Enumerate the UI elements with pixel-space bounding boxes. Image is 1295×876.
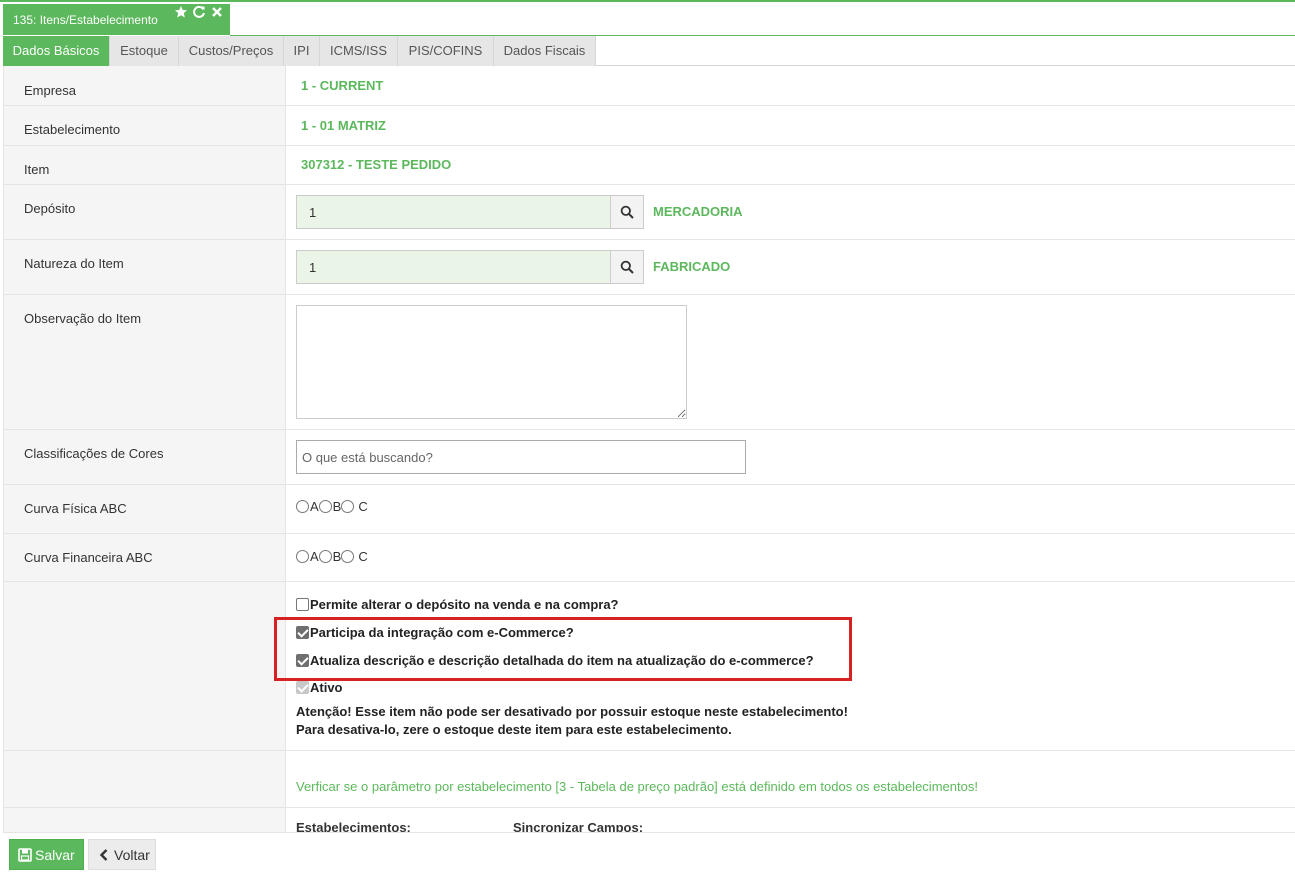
curva-fisica-option-a: A <box>310 499 319 514</box>
participa-ecommerce-checkbox[interactable] <box>296 626 309 639</box>
permite-alterar-checkbox[interactable] <box>296 598 309 611</box>
curva-fisica-radio-b[interactable] <box>318 500 332 513</box>
row-curva-fisica: Curva Física ABC A B C <box>4 485 1295 534</box>
deposito-description: MERCADORIA <box>653 204 743 219</box>
row-cores: Classificações de Cores <box>4 430 1295 485</box>
estabelecimento-value: 1 - 01 MATRIZ <box>301 118 386 133</box>
refresh-icon[interactable] <box>192 5 206 19</box>
parametro-note: Verficar se o parâmetro por estabelecime… <box>296 779 978 794</box>
search-icon <box>620 205 634 219</box>
footer-toolbar: Salvar Voltar <box>3 832 1295 876</box>
save-button[interactable]: Salvar <box>9 839 84 870</box>
estabelecimentos-label: Estabelecimentos: <box>296 820 411 832</box>
tab-estoque[interactable]: Estoque <box>110 36 179 66</box>
tab-icms-iss[interactable]: ICMS/ISS <box>320 36 398 66</box>
cores-search-input[interactable] <box>296 440 746 474</box>
deposito-search-button[interactable] <box>610 196 643 228</box>
row-options: Permite alterar o depósito na venda e na… <box>4 582 1295 751</box>
curva-fisica-radio-c[interactable] <box>341 500 355 513</box>
row-estabelecimento: Estabelecimento 1 - 01 MATRIZ <box>4 106 1295 146</box>
natureza-search-button[interactable] <box>610 251 643 283</box>
label-curva-financeira: Curva Financeira ABC <box>24 550 153 565</box>
label-empresa: Empresa <box>24 83 77 98</box>
natureza-description: FABRICADO <box>653 259 731 274</box>
window-tab-icons <box>174 5 224 19</box>
curva-financeira-option-a: A <box>310 549 319 564</box>
row-sincronizar: Estabelecimentos: Sincronizar Campos: <box>4 808 1295 832</box>
participa-ecommerce-label: Participa da integração com e-Commerce? <box>310 625 574 640</box>
atualiza-descricao-checkbox[interactable] <box>296 654 309 667</box>
ativo-checkbox <box>296 681 309 694</box>
save-icon <box>18 847 32 862</box>
top-accent-line <box>0 0 1295 2</box>
deposito-input[interactable] <box>297 196 610 228</box>
label-curva-fisica: Curva Física ABC <box>24 501 127 516</box>
curva-fisica-option-b: B <box>332 499 342 514</box>
natureza-input[interactable] <box>297 251 610 283</box>
tab-ipi[interactable]: IPI <box>284 36 320 66</box>
atualiza-descricao-option[interactable]: Atualiza descrição e descrição detalhada… <box>296 653 814 668</box>
warning-line-1: Atenção! Esse item não pode ser desativa… <box>296 704 848 719</box>
close-icon[interactable] <box>210 5 224 19</box>
row-natureza: Natureza do Item FABRICADO <box>4 240 1295 295</box>
row-deposito: Depósito MERCADORIA <box>4 185 1295 240</box>
label-natureza: Natureza do Item <box>24 256 124 271</box>
window-title: 135: Itens/Estabelecimento <box>13 13 158 27</box>
tab-custos-precos[interactable]: Custos/Preços <box>179 36 284 66</box>
row-parametro-note: Verficar se o parâmetro por estabelecime… <box>4 751 1295 808</box>
row-empresa: Empresa 1 - CURRENT <box>4 66 1295 106</box>
save-button-label: Salvar <box>35 846 75 863</box>
ativo-label: Ativo <box>310 680 343 695</box>
warning-line-2: Para desativa-lo, zere o estoque deste i… <box>296 722 732 737</box>
tab-pis-cofins[interactable]: PIS/COFINS <box>398 36 494 66</box>
ativo-option: Ativo <box>296 680 343 695</box>
empresa-value: 1 - CURRENT <box>301 78 384 93</box>
label-cores: Classificações de Cores <box>24 446 164 461</box>
sincronizar-label: Sincronizar Campos: <box>513 820 644 832</box>
curva-financeira-radio-a[interactable] <box>296 550 309 563</box>
atualiza-descricao-label: Atualiza descrição e descrição detalhada… <box>310 653 814 668</box>
label-deposito: Depósito <box>24 201 76 216</box>
deposito-lookup <box>296 195 644 229</box>
natureza-lookup <box>296 250 644 284</box>
row-curva-financeira: Curva Financeira ABC A B C <box>4 534 1295 582</box>
label-estabelecimento: Estabelecimento <box>24 122 121 137</box>
curva-financeira-radio-c[interactable] <box>341 550 355 563</box>
label-item: Item <box>24 162 50 177</box>
tab-dados-basicos[interactable]: Dados Básicos <box>3 36 110 66</box>
curva-financeira-option-c: C <box>358 549 368 564</box>
item-value: 307312 - TESTE PEDIDO <box>301 157 452 172</box>
participa-ecommerce-option[interactable]: Participa da integração com e-Commerce? <box>296 625 574 640</box>
curva-financeira-radio-b[interactable] <box>318 550 332 563</box>
window-tab[interactable]: 135: Itens/Estabelecimento <box>3 4 230 35</box>
curva-fisica-option-c: C <box>358 499 368 514</box>
curva-fisica-radio-a[interactable] <box>296 500 309 513</box>
curva-financeira-option-b: B <box>332 549 342 564</box>
chevron-left-icon <box>99 848 108 861</box>
back-button[interactable]: Voltar <box>88 839 156 870</box>
permite-alterar-label: Permite alterar o depósito na venda e na… <box>310 597 619 612</box>
search-icon <box>620 260 634 274</box>
curva-financeira-radio-group: A B C <box>296 549 368 564</box>
label-observacao: Observação do Item <box>24 311 142 326</box>
curva-fisica-radio-group: A B C <box>296 499 368 514</box>
tab-dados-fiscais[interactable]: Dados Fiscais <box>494 36 596 66</box>
observacao-textarea[interactable] <box>296 305 687 419</box>
tabs-bar: Dados Básicos Estoque Custos/Preços IPI … <box>3 35 1295 66</box>
row-observacao: Observação do Item <box>4 295 1295 430</box>
back-button-label: Voltar <box>114 846 150 863</box>
permite-alterar-option[interactable]: Permite alterar o depósito na venda e na… <box>296 597 618 612</box>
row-item: Item 307312 - TESTE PEDIDO <box>4 146 1295 185</box>
form-dados-basicos: Empresa 1 - CURRENT Estabelecimento 1 - … <box>3 66 1295 832</box>
star-icon[interactable] <box>174 5 188 19</box>
